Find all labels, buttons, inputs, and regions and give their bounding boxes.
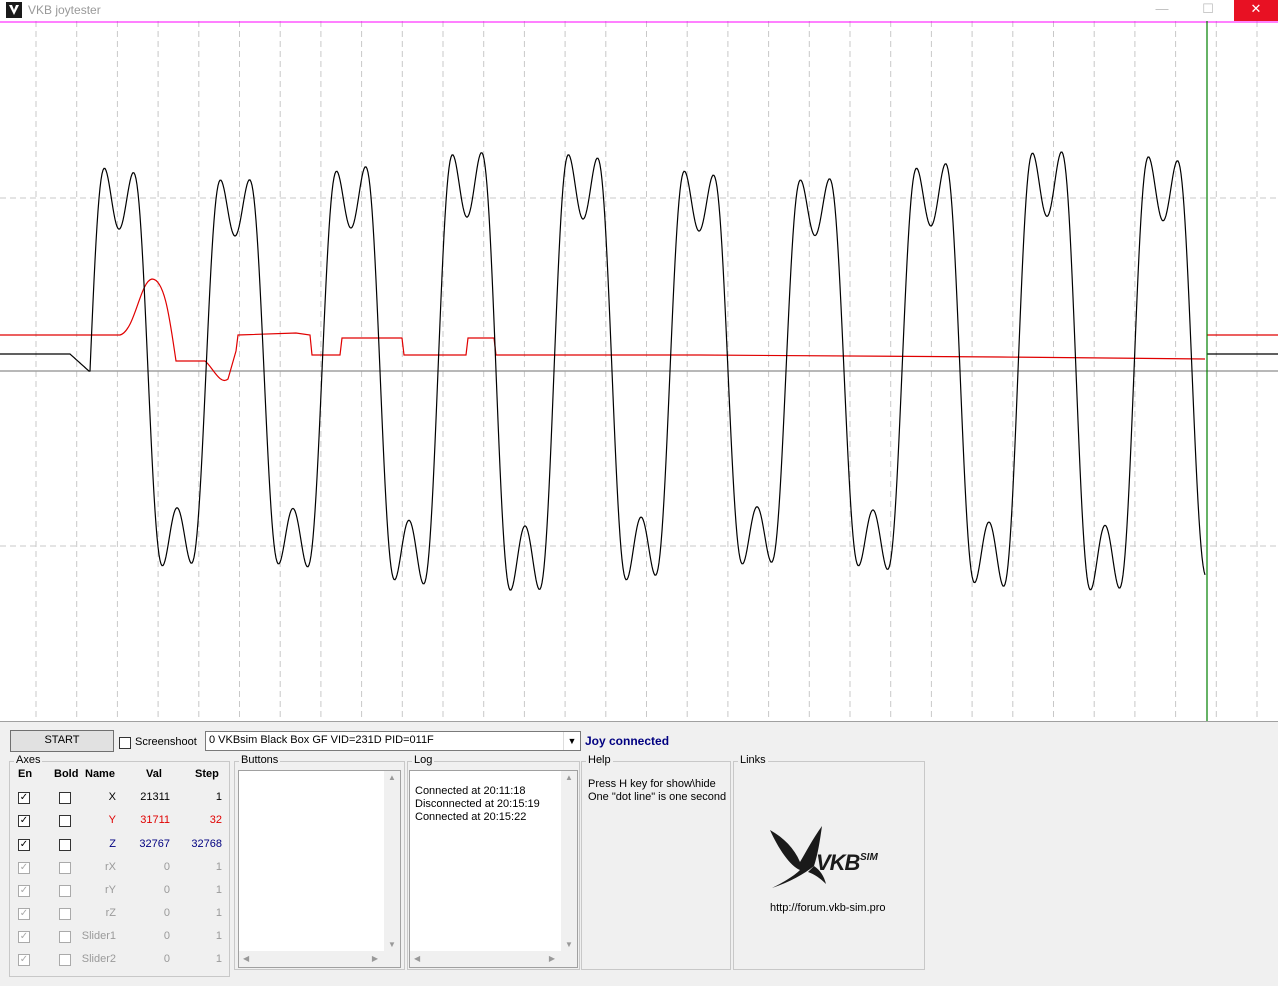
scroll-up-icon[interactable]: ▲ [388, 773, 396, 782]
log-group-title: Log [412, 754, 435, 766]
log-line: Disconnected at 20:15:19 [415, 798, 540, 810]
scroll-down-icon[interactable]: ▼ [388, 940, 396, 949]
device-select-value: 0 VKBsim Black Box GF VID=231D PID=011F [209, 734, 434, 746]
axes-header-bold: Bold [54, 768, 79, 780]
minimize-button[interactable]: — [1144, 0, 1180, 21]
signal-plot-svg [0, 21, 1278, 721]
device-select[interactable]: 0 VKBsim Black Box GF VID=231D PID=011F … [205, 731, 581, 751]
log-line: Connected at 20:11:18 [415, 785, 526, 797]
log-line: Connected at 20:15:22 [415, 811, 527, 823]
start-button[interactable]: START [10, 730, 114, 752]
screenshoot-label: Screenshoot [135, 736, 197, 748]
scroll-left-icon[interactable]: ◀ [414, 954, 420, 963]
window-title: VKB joytester [28, 3, 101, 17]
axis-step: 1 [215, 861, 222, 873]
axes-header-en: En [18, 768, 33, 780]
logo-sup: SIM [860, 852, 878, 863]
axis-step: 1 [215, 791, 222, 803]
title-bar: VKB joytester — ☐ ✕ [0, 0, 1278, 21]
axis-step: 1 [215, 907, 222, 919]
help-group-title: Help [586, 754, 613, 766]
axes-header-name: Name [85, 768, 115, 780]
scroll-right-icon[interactable]: ▶ [372, 954, 378, 963]
axis-step: 1 [215, 953, 222, 965]
help-text-line: One "dot line" is one second [588, 791, 727, 803]
axes-header-step: Step [195, 768, 219, 780]
axis-step: 32768 [191, 838, 222, 850]
axis-step: 1 [215, 884, 222, 896]
y-axis-trace [0, 278, 1278, 382]
logo-text: VKB [816, 850, 860, 875]
axis-step: 32 [209, 814, 222, 826]
help-text-line: Press H key for show\hide [588, 778, 716, 790]
scroll-left-icon[interactable]: ◀ [243, 954, 249, 963]
screenshoot-checkbox[interactable] [119, 737, 131, 749]
links-group-title: Links [738, 754, 768, 766]
chevron-down-icon[interactable]: ▼ [563, 732, 580, 750]
scroll-up-icon[interactable]: ▲ [565, 773, 573, 782]
buttons-vertical-scrollbar[interactable]: ▲ ▼ [384, 771, 400, 951]
buttons-horizontal-scrollbar[interactable]: ◀ ▶ [239, 951, 400, 967]
log-horizontal-scrollbar[interactable]: ◀ ▶ [410, 951, 577, 967]
axes-header-val: Val [146, 768, 162, 780]
scroll-right-icon[interactable]: ▶ [549, 954, 555, 963]
connection-status: Joy connected [585, 734, 670, 748]
maximize-button[interactable]: ☐ [1190, 0, 1226, 21]
scroll-down-icon[interactable]: ▼ [565, 940, 573, 949]
vkb-sim-logo: VKB SIM [764, 818, 896, 896]
axes-group-title: Axes [14, 754, 43, 766]
buttons-list[interactable]: ▲ ▼ ◀ ▶ [238, 770, 401, 968]
log-vertical-scrollbar[interactable]: ▲ ▼ [561, 771, 577, 951]
close-button[interactable]: ✕ [1234, 0, 1278, 21]
signal-plot [0, 21, 1278, 721]
vkb-app-icon [6, 2, 22, 18]
axis-step: 1 [215, 930, 222, 942]
forum-link[interactable]: http://forum.vkb-sim.pro [770, 902, 886, 914]
log-list[interactable]: Connected at 20:11:18 Disconnected at 20… [409, 770, 578, 968]
buttons-group-title: Buttons [239, 754, 281, 766]
